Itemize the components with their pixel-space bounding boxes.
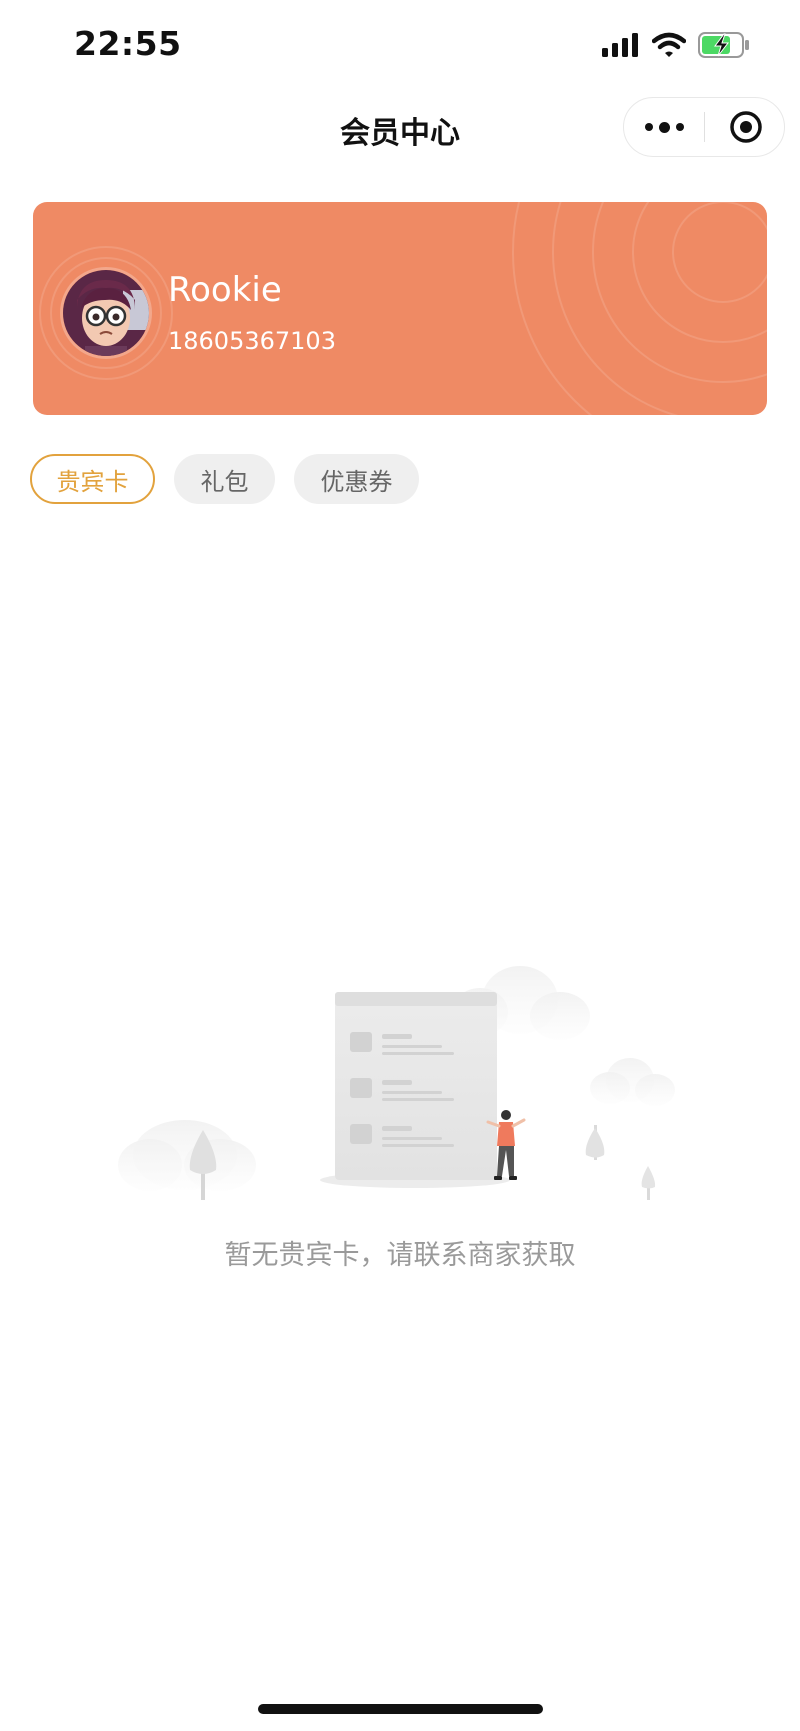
mini-program-capsule <box>623 97 785 157</box>
more-dots-icon-center <box>659 121 670 133</box>
status-bar: 22:55 <box>0 0 800 92</box>
tab-gift-pack[interactable]: 礼包 <box>174 454 275 504</box>
battery-charging-icon <box>698 32 749 58</box>
status-time: 22:55 <box>74 24 182 63</box>
signal-icon <box>602 33 638 57</box>
user-phone: 18605367103 <box>168 327 336 355</box>
tab-coupon[interactable]: 优惠券 <box>294 454 419 504</box>
status-icons <box>602 30 750 60</box>
category-tabs: 贵宾卡 礼包 优惠券 <box>30 454 419 504</box>
empty-state-message: 暂无贵宾卡，请联系商家获取 <box>224 1240 576 1271</box>
close-button[interactable] <box>705 98 786 156</box>
avatar[interactable] <box>63 270 149 356</box>
more-dots-icon-right <box>676 123 684 131</box>
wifi-icon <box>652 32 686 57</box>
more-button[interactable] <box>624 98 705 156</box>
home-indicator[interactable] <box>258 1704 543 1714</box>
empty-state-illustration <box>118 966 675 1200</box>
user-name: Rookie <box>168 270 282 310</box>
user-avatar-image <box>63 270 149 356</box>
tab-vip-card[interactable]: 贵宾卡 <box>30 454 155 504</box>
member-card[interactable]: Rookie 18605367103 <box>33 202 767 415</box>
target-close-icon <box>729 111 762 143</box>
more-dots-icon <box>645 123 653 131</box>
